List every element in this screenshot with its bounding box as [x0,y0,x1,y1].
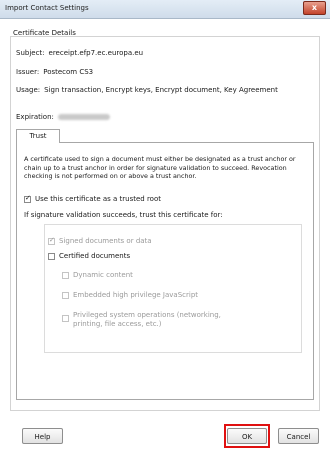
signed-docs-label: Signed documents or data [59,237,152,245]
certified-docs-label: Certified documents [59,252,131,260]
dynamic-content-option: Dynamic content [62,271,133,279]
signed-docs-option: Signed documents or data [48,236,152,245]
usage-row: Usage: Sign transaction, Encrypt keys, En… [16,86,278,94]
privileged-ops-checkbox [62,315,69,322]
privileged-ops-option: Privileged system operations (networking… [62,311,245,329]
ok-button-highlight [224,424,270,448]
subject-row: Subject: ereceipt.efp7.ec.europa.eu [16,49,143,57]
expiration-row: Expiration: [16,113,110,121]
usage-value: Sign transaction, Encrypt keys, Encrypt … [44,86,278,94]
window-title: Import Contact Settings [5,4,89,12]
if-succeeds-text: If signature validation succeeds, trust … [24,211,223,219]
dynamic-content-label: Dynamic content [73,271,133,279]
help-button[interactable]: Help [22,428,63,444]
close-button[interactable]: x [303,1,326,15]
usage-label: Usage: [16,86,41,94]
trust-description: A certificate used to sign a document mu… [24,155,296,180]
embedded-js-label: Embedded high privilege JavaScript [73,291,199,299]
cancel-button[interactable]: Cancel [278,428,319,444]
privileged-ops-label: Privileged system operations (networking… [73,311,221,328]
close-icon: x [311,3,318,12]
issuer-row: Issuer: Postecom CS3 [16,68,93,76]
expiration-label: Expiration: [16,113,54,121]
use-as-root-label: Use this certificate as a trusted root [35,195,161,203]
dynamic-content-checkbox [62,271,69,279]
title-bar: Import Contact Settings x [0,0,330,19]
use-as-root-checkbox[interactable] [24,194,31,203]
issuer-value: Postecom CS3 [43,68,94,76]
subject-value: ereceipt.efp7.ec.europa.eu [48,49,144,57]
tab-trust[interactable]: Trust [16,129,60,143]
subject-label: Subject: [16,49,45,57]
expiration-value-redacted [57,114,110,120]
embedded-js-option: Embedded high privilege JavaScript [62,291,198,299]
certified-docs-option[interactable]: Certified documents [48,252,130,260]
use-as-root-option[interactable]: Use this certificate as a trusted root [24,194,161,203]
certified-docs-checkbox[interactable] [48,252,55,260]
issuer-label: Issuer: [16,68,40,76]
embedded-js-checkbox [62,291,69,299]
signed-docs-checkbox [48,236,55,245]
